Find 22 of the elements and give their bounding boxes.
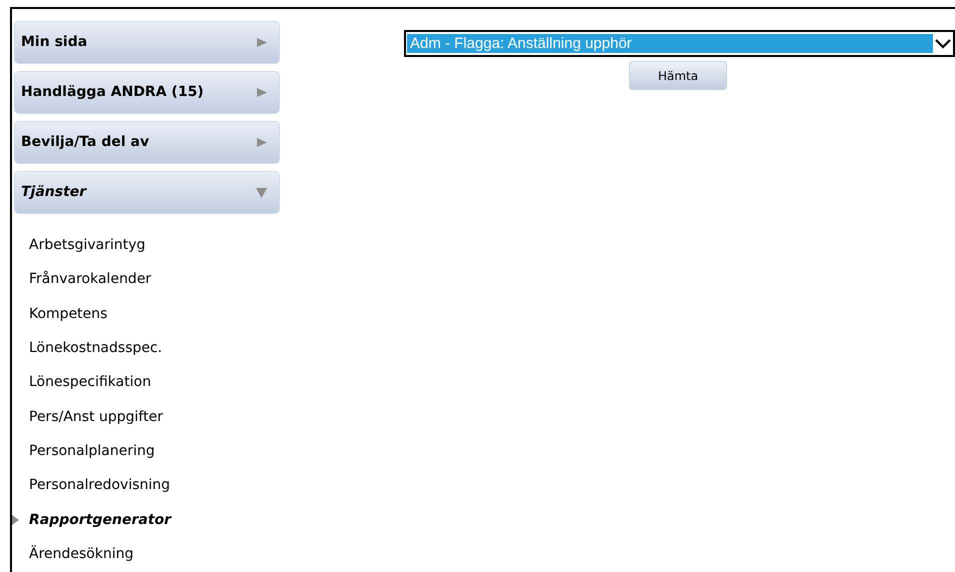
select-value: Adm - Flagga: Anställning upphör <box>407 34 933 53</box>
submenu-item[interactable]: Arbetsgivarintyg <box>29 234 146 256</box>
submenu-item[interactable]: Frånvarokalender <box>29 269 152 290</box>
triangle-right-icon <box>256 87 267 98</box>
submenu-item[interactable]: Personalredovisning <box>29 475 170 496</box>
submenu-item[interactable]: Ärendesökning <box>29 544 134 566</box>
fetch-button[interactable]: Hämta <box>629 61 727 90</box>
chevron-down-icon <box>935 38 951 50</box>
submenu-item[interactable]: Personalplanering <box>29 441 155 462</box>
submenu-item[interactable]: Pers/Anst uppgifter <box>29 406 163 428</box>
triangle-right-icon <box>256 137 267 148</box>
menu-button[interactable]: Handlägga ANDRA (15) <box>14 71 280 114</box>
submenu-item[interactable]: Kompetens <box>29 304 108 325</box>
submenu-item[interactable]: Rapportgenerator <box>29 510 172 531</box>
triangle-right-icon <box>256 37 267 48</box>
submenu-item[interactable]: Lönespecifikation <box>29 372 152 394</box>
triangle-right-icon <box>12 515 19 526</box>
menu-button[interactable]: Min sida <box>14 21 280 64</box>
menu-button[interactable]: Bevilja/Ta del av <box>14 121 280 164</box>
triangle-down-icon <box>256 187 267 198</box>
submenu-item[interactable]: Lönekostnadsspec. <box>29 338 162 359</box>
menu-button[interactable]: Tjänster <box>14 171 280 214</box>
